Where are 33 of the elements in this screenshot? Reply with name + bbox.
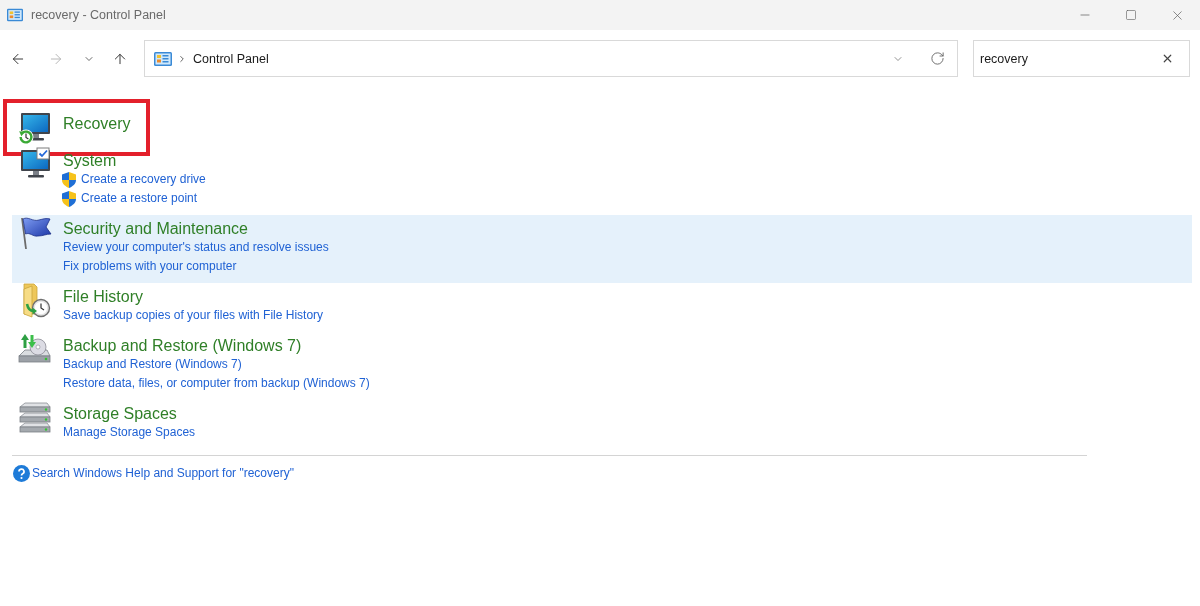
result-title-link[interactable]: Security and Maintenance	[63, 219, 248, 238]
help-link[interactable]: Search Windows Help and Support for "recovery"	[32, 464, 294, 483]
control-panel-icon	[7, 8, 23, 22]
result-item[interactable]: Security and Maintenance Review your computer's status and resolve issues Fix problems with your computer	[12, 215, 1192, 283]
result-title-link[interactable]: Backup and Restore (Windows 7)	[63, 336, 302, 355]
control-panel-icon	[154, 51, 172, 66]
task-link[interactable]: Create a restore point	[81, 189, 198, 208]
task-link[interactable]: Save backup copies of your files with File History	[63, 306, 324, 325]
result-item[interactable]: File History Save backup copies of your files with File History	[12, 283, 1192, 332]
task-link[interactable]: Fix problems with your computer	[63, 257, 237, 276]
result-item[interactable]: Backup and Restore (Windows 7) Backup and Restore (Windows 7) Restore data, files, or computer from backup (Windows 7)	[12, 332, 1192, 400]
task-link[interactable]: Create a recovery drive	[81, 170, 206, 189]
result-item[interactable]: Storage Spaces Manage Storage Spaces	[12, 400, 1192, 449]
refresh-icon	[929, 51, 945, 66]
result-item[interactable]: Recovery	[12, 110, 1192, 147]
square-icon	[1125, 9, 1137, 21]
stacked-drives-icon	[16, 400, 52, 436]
search-field[interactable]: recovery	[973, 40, 1190, 77]
help-icon	[13, 465, 30, 482]
monitor-restore-icon	[16, 110, 52, 146]
task-link[interactable]: Review your computer's status and resolve issues	[63, 238, 329, 257]
window-title: recovery - Control Panel	[31, 8, 166, 22]
breadcrumb-item[interactable]: Control Panel	[193, 51, 269, 66]
task-link[interactable]: Restore data, files, or computer from backup (Windows 7)	[63, 374, 370, 393]
result-title-link[interactable]: File History	[63, 287, 143, 306]
result-item[interactable]: System Create a recovery drive Create a restore point	[12, 147, 1192, 215]
task-link[interactable]: Backup and Restore (Windows 7)	[63, 355, 242, 374]
result-title-link[interactable]: System	[63, 151, 117, 170]
chevron-right-icon	[177, 53, 187, 64]
address-bar[interactable]: Control Panel	[144, 40, 958, 77]
result-title-link[interactable]: Storage Spaces	[63, 404, 177, 423]
task-link[interactable]: Manage Storage Spaces	[63, 423, 196, 442]
result-title-link[interactable]: Recovery	[63, 114, 131, 133]
